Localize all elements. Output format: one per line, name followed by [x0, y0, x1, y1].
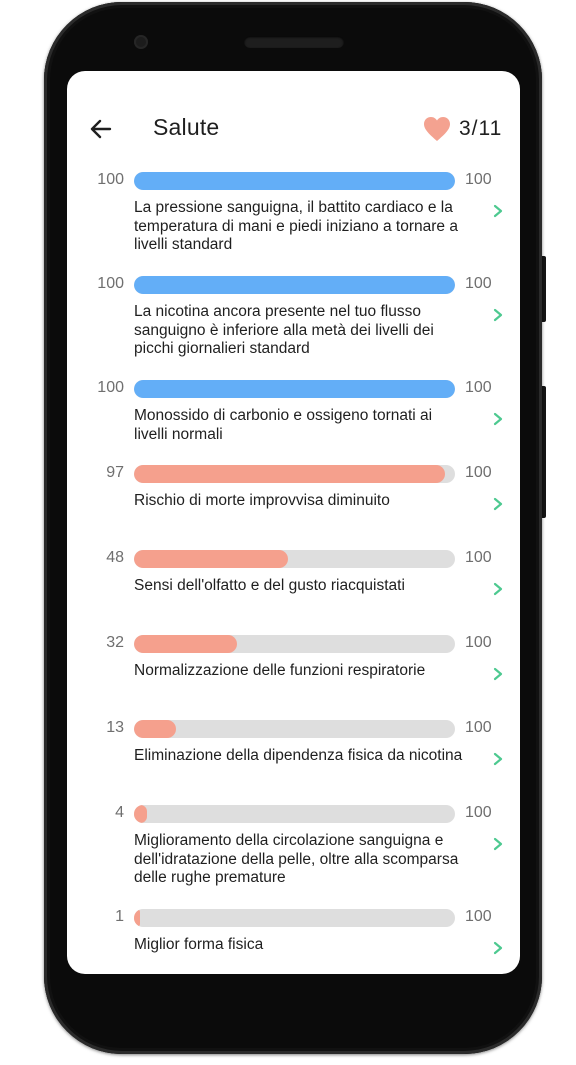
progress-row: 1 100	[67, 906, 520, 930]
chevron-right-icon[interactable]	[491, 751, 505, 767]
max-value: 100	[465, 719, 492, 736]
progress-fill	[134, 465, 446, 483]
current-value: 1	[115, 908, 124, 925]
progress-track	[134, 276, 455, 294]
current-value: 32	[106, 634, 124, 651]
progress-fill	[134, 380, 455, 398]
progress-track	[134, 635, 455, 653]
milestone-item[interactable]: 1 100 Miglior forma fisica	[67, 906, 520, 974]
milestone-description: Normalizzazione delle funzioni respirato…	[134, 662, 426, 679]
page-title: Salute	[153, 114, 220, 140]
milestone-item[interactable]: 4 100 Miglioramento della circolazione san…	[67, 802, 520, 892]
device-frame: Salute 3/11 100 100 La pressione sanguigna…	[0, 0, 576, 1065]
progress-row: 100 100	[67, 377, 520, 401]
back-button[interactable]	[87, 115, 115, 143]
current-value: 100	[97, 275, 124, 292]
current-value: 97	[106, 464, 124, 481]
max-value: 100	[465, 379, 492, 396]
chevron-right-icon[interactable]	[491, 496, 505, 512]
milestone-description: Rischio di morte improvvisa diminuito	[134, 492, 390, 509]
header: Salute 3/11	[67, 109, 520, 149]
arrow-left-icon	[90, 119, 112, 139]
milestone-item[interactable]: 13 100 Eliminazione della dipendenza fisic…	[67, 717, 520, 807]
max-value: 100	[465, 171, 492, 188]
milestone-item[interactable]: 32 100 Normalizzazione delle funzioni resp…	[67, 632, 520, 722]
progress-row: 100 100	[67, 169, 520, 193]
milestone-description: Monossido di carbonio e ossigeno tornati…	[134, 407, 433, 443]
milestone-item[interactable]: 97 100 Rischio di morte improvvisa diminui…	[67, 462, 520, 552]
progress-fill	[134, 550, 289, 568]
earpiece-speaker	[244, 36, 344, 48]
max-value: 100	[465, 275, 492, 292]
progress-fill	[134, 805, 147, 823]
max-value: 100	[465, 634, 492, 651]
current-value: 4	[115, 804, 124, 821]
lives-counter: 3/11	[423, 115, 502, 143]
chevron-right-icon[interactable]	[491, 836, 505, 852]
milestone-item[interactable]: 100 100 La nicotina ancora presente nel tu…	[67, 273, 520, 363]
front-camera	[134, 35, 148, 49]
lives-count: 3/11	[459, 117, 503, 140]
chevron-right-icon[interactable]	[491, 203, 505, 219]
progress-fill	[134, 635, 237, 653]
progress-row: 4 100	[67, 802, 520, 826]
progress-track	[134, 172, 455, 190]
chevron-right-icon[interactable]	[491, 411, 505, 427]
milestone-item[interactable]: 100 100 Monossido di carbonio e ossigeno t…	[67, 377, 520, 467]
progress-track	[134, 550, 455, 568]
milestone-description: La pressione sanguigna, il battito cardi…	[134, 199, 458, 253]
max-value: 100	[465, 804, 492, 821]
current-value: 13	[106, 719, 124, 736]
progress-row: 97 100	[67, 462, 520, 486]
milestone-item[interactable]: 100 100 La pressione sanguigna, il battito…	[67, 169, 520, 259]
chevron-right-icon[interactable]	[491, 307, 505, 323]
progress-track	[134, 909, 455, 927]
heart-icon	[424, 117, 450, 141]
progress-row: 13 100	[67, 717, 520, 741]
milestone-description: Eliminazione della dipendenza fisica da …	[134, 747, 463, 764]
chevron-right-icon[interactable]	[491, 940, 505, 956]
max-value: 100	[465, 908, 492, 925]
progress-fill	[134, 720, 176, 738]
progress-fill	[134, 172, 455, 190]
milestone-item[interactable]: 48 100 Sensi dell'olfatto e del gusto riac…	[67, 547, 520, 637]
progress-row: 48 100	[67, 547, 520, 571]
progress-row: 32 100	[67, 632, 520, 656]
progress-track	[134, 805, 455, 823]
max-value: 100	[465, 464, 492, 481]
chevron-right-icon[interactable]	[491, 581, 505, 597]
current-value: 48	[106, 549, 124, 566]
app-screen: Salute 3/11 100 100 La pressione sanguigna…	[67, 71, 520, 974]
milestone-description: Miglior forma fisica	[134, 936, 264, 953]
max-value: 100	[465, 549, 492, 566]
current-value: 100	[97, 379, 124, 396]
milestone-description: La nicotina ancora presente nel tuo flus…	[134, 303, 434, 357]
progress-track	[134, 465, 455, 483]
chevron-right-icon[interactable]	[491, 666, 505, 682]
progress-row: 100 100	[67, 273, 520, 297]
progress-fill	[134, 909, 140, 927]
progress-track	[134, 380, 455, 398]
milestone-description: Sensi dell'olfatto e del gusto riacquist…	[134, 577, 405, 594]
milestone-description: Miglioramento della circolazione sanguig…	[134, 832, 459, 886]
progress-track	[134, 720, 455, 738]
progress-fill	[134, 276, 455, 294]
current-value: 100	[97, 171, 124, 188]
